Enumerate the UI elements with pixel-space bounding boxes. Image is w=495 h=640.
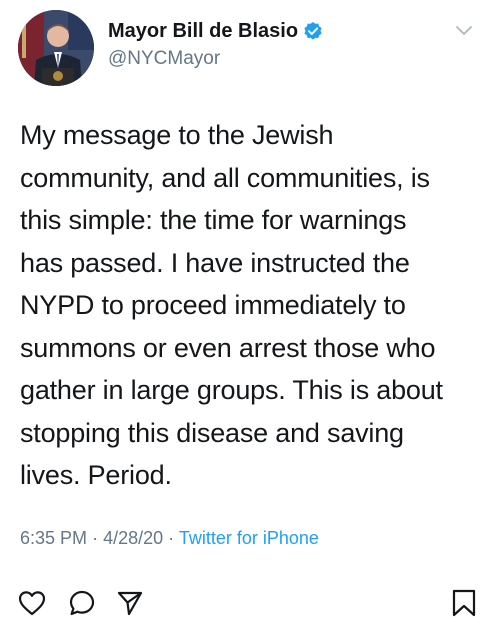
bookmark-icon [451,588,477,623]
tweet-text-line: lives. Period. [20,460,172,490]
tweet-header: Mayor Bill de Blasio @NYCMayor [18,10,477,90]
avatar[interactable] [18,10,94,86]
tweet-text-line: community, and all communities, is [20,162,430,193]
tweet-meta: 6:35 PM · 4/28/20 · Twitter for iPhone [20,528,319,549]
tweet-text-line: has passed. I have instructed the [20,247,410,278]
share-button[interactable] [112,585,148,625]
tweet-text-line: My message to the Jewish [20,120,334,150]
tweet-date[interactable]: 4/28/20 [103,528,163,548]
comment-icon [68,589,96,622]
tweet-time[interactable]: 6:35 PM [20,528,87,548]
meta-separator: · [92,528,99,548]
display-name[interactable]: Mayor Bill de Blasio [108,20,298,43]
action-bar [0,585,495,629]
tweet-text-line: stopping this disease and saving [20,417,404,448]
heart-icon [18,590,46,621]
chevron-down-icon[interactable] [455,24,473,36]
tweet-source-link[interactable]: Twitter for iPhone [179,528,319,548]
tweet-text-line: gather in large groups. This is about [20,375,443,405]
meta-separator: · [168,528,175,548]
tweet-text-line: summons or even arrest those who [20,332,436,363]
send-icon [116,589,144,622]
verified-badge-icon [303,21,323,41]
tweet-text: My message to the Jewish community, and … [20,114,480,497]
name-row: Mayor Bill de Blasio [108,18,323,44]
reply-button[interactable] [64,585,100,625]
bookmark-button[interactable] [446,585,482,625]
author-block: Mayor Bill de Blasio @NYCMayor [108,18,323,70]
handle[interactable]: @NYCMayor [108,48,323,70]
tweet-text-line: NYPD to proceed immediately to [20,290,406,320]
like-button[interactable] [14,585,50,625]
tweet-text-line: this simple: the time for warnings [20,205,407,235]
tweet-card: Mayor Bill de Blasio @NYCMayor My messag… [0,0,495,640]
